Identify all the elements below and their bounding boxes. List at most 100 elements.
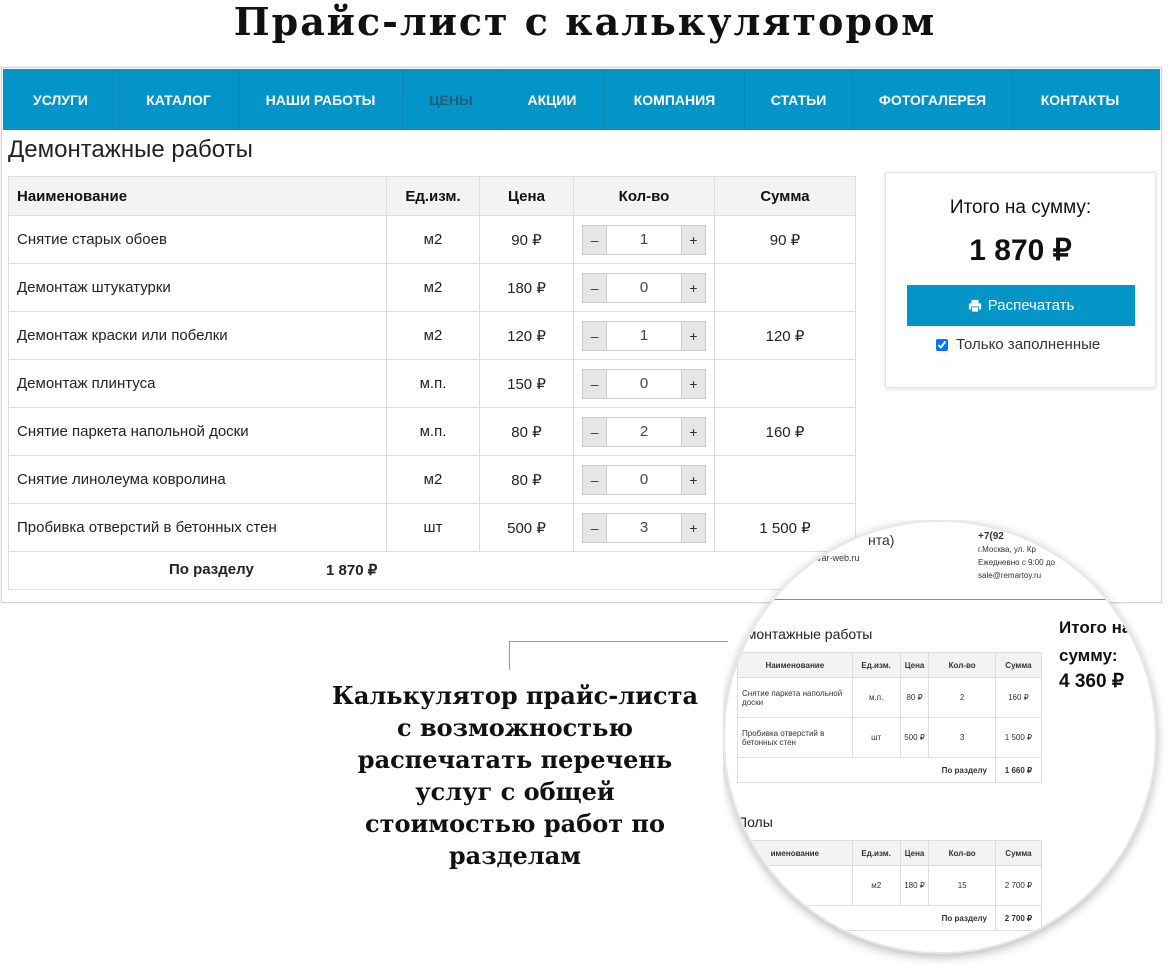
decrement-button[interactable]: –	[582, 512, 607, 543]
zoom-cell-price: 500 ₽	[899, 717, 930, 758]
quantity-stepper: –+	[582, 368, 706, 399]
table-header-row: Наименование Ед.изм. Цена Кол-во Сумма	[8, 176, 856, 216]
quantity-input[interactable]	[607, 272, 681, 303]
nav-item-works[interactable]: НАШИ РАБОТЫ	[239, 69, 403, 130]
nav-item-uslugi[interactable]: УСЛУГИ	[3, 69, 119, 130]
main-nav: УСЛУГИ КАТАЛОГ НАШИ РАБОТЫ ЦЕНЫ АКЦИИ КО…	[3, 69, 1160, 130]
increment-button[interactable]: +	[681, 368, 706, 399]
zoom-col-qty: Кол-во	[928, 840, 996, 866]
zoomed-print-preview: нта) var-web.ru +7(92 г.Москва, ул. Кр Е…	[725, 522, 1155, 952]
service-price: 90 ₽	[479, 215, 574, 264]
quantity-stepper: –+	[582, 272, 706, 303]
quantity-input[interactable]	[607, 464, 681, 495]
callout-leader-line	[509, 641, 728, 670]
increment-button[interactable]: +	[681, 512, 706, 543]
zoom-section2-title: Полы	[737, 814, 773, 830]
service-name: Снятие старых обоев	[8, 215, 387, 264]
quantity-cell: –+	[573, 455, 715, 504]
decrement-button[interactable]: –	[582, 368, 607, 399]
filled-only-checkbox[interactable]	[936, 338, 948, 351]
nav-item-articles[interactable]: СТАТЬИ	[745, 69, 853, 130]
quantity-stepper: –+	[582, 464, 706, 495]
quantity-cell: –+	[573, 503, 715, 552]
quantity-input[interactable]	[607, 224, 681, 255]
quantity-input[interactable]	[607, 416, 681, 447]
increment-button[interactable]: +	[681, 416, 706, 447]
quantity-cell: –+	[573, 359, 715, 408]
table-row: Демонтаж плинтусам.п.150 ₽–+	[8, 359, 856, 408]
zoom-col-qty: Кол-во	[928, 652, 996, 678]
section-footer-label: По разделу	[169, 561, 254, 578]
zoom-divider	[725, 599, 1155, 600]
column-header-price: Цена	[479, 176, 574, 216]
increment-button[interactable]: +	[681, 320, 706, 351]
service-sum: 120 ₽	[714, 311, 856, 360]
zoom-col-unit: Ед.изм.	[851, 652, 901, 678]
print-button[interactable]: Распечатать	[907, 285, 1135, 326]
service-unit: м2	[386, 263, 480, 312]
service-price: 180 ₽	[479, 263, 574, 312]
zoom-footer-row: По разделу 1 660 ₽	[737, 757, 1043, 783]
page-headline: Прайс-лист с калькулятором	[233, 0, 937, 44]
nav-item-promo[interactable]: АКЦИИ	[500, 69, 605, 130]
zoom-cell-sum: 1 500 ₽	[994, 717, 1043, 758]
printer-icon	[968, 299, 981, 313]
table-row: Демонтаж краски или побелким2120 ₽–+120 …	[8, 311, 856, 360]
service-unit: м.п.	[386, 359, 480, 408]
zoom-circle: нта) var-web.ru +7(92 г.Москва, ул. Кр Е…	[723, 520, 1157, 954]
service-unit: шт	[386, 503, 480, 552]
increment-button[interactable]: +	[681, 464, 706, 495]
nav-filler	[1148, 69, 1160, 130]
zoom-cell-name: Снятие паркета напольной доски	[737, 677, 853, 718]
zoom-cell-price: 80 ₽	[899, 677, 930, 718]
quantity-cell: –+	[573, 215, 715, 264]
decrement-button[interactable]: –	[582, 272, 607, 303]
zoom-col-unit: Ед.изм.	[851, 840, 901, 866]
service-unit: м2	[386, 455, 480, 504]
quantity-stepper: –+	[582, 512, 706, 543]
decrement-button[interactable]: –	[582, 320, 607, 351]
increment-button[interactable]: +	[681, 272, 706, 303]
zoom-header-row: именование Ед.изм. Цена Кол-во Сумма	[737, 840, 1043, 866]
nav-item-prices[interactable]: ЦЕНЫ	[403, 69, 500, 130]
nav-item-gallery[interactable]: ФОТОГАЛЕРЕЯ	[853, 69, 1013, 130]
service-sum	[714, 263, 856, 312]
zoom-col-name: именование	[737, 840, 853, 866]
nav-item-catalog[interactable]: КАТАЛОГ	[119, 69, 239, 130]
print-button-label: Распечатать	[987, 297, 1075, 314]
zoom-footer-label: По разделу	[737, 757, 996, 783]
service-name: Демонтаж краски или побелки	[8, 311, 387, 360]
decrement-button[interactable]: –	[582, 224, 607, 255]
filled-only-filter[interactable]: Только заполненные	[936, 336, 1100, 353]
nav-item-contacts[interactable]: КОНТАКТЫ	[1013, 69, 1148, 130]
column-header-sum: Сумма	[714, 176, 856, 216]
zoom-section2-table: именование Ед.изм. Цена Кол-во Сумма лин…	[737, 840, 1043, 931]
zoom-email: sale@remartoy.ru	[978, 571, 1042, 580]
quantity-input[interactable]	[607, 368, 681, 399]
quantity-input[interactable]	[607, 320, 681, 351]
zoom-address: г.Москва, ул. Кр	[978, 545, 1036, 554]
service-name: Снятие линолеума ковролина	[8, 455, 387, 504]
nav-item-company[interactable]: КОМПАНИЯ	[605, 69, 745, 130]
zoom-company-fragment: нта)	[868, 532, 895, 548]
summary-total: 1 870 ₽	[969, 234, 1072, 267]
filled-only-label: Только заполненные	[956, 336, 1101, 353]
table-row: Пробивка отверстий в бетонных стен шт 50…	[737, 717, 1043, 758]
increment-button[interactable]: +	[681, 224, 706, 255]
zoom-footer-row: По разделу 2 700 ₽	[737, 905, 1043, 931]
service-sum	[714, 455, 856, 504]
zoom-cell-sum: 160 ₽	[994, 677, 1043, 718]
quantity-input[interactable]	[607, 512, 681, 543]
decrement-button[interactable]: –	[582, 416, 607, 447]
decrement-button[interactable]: –	[582, 464, 607, 495]
service-unit: м2	[386, 311, 480, 360]
zoom-col-price: Цена	[899, 840, 930, 866]
table-row: Демонтаж штукатурким2180 ₽–+	[8, 263, 856, 312]
table-row: Снятие паркета напольной доским.п.80 ₽–+…	[8, 407, 856, 456]
column-header-qty: Кол-во	[573, 176, 715, 216]
zoom-cell-name: линолеума	[737, 865, 853, 906]
summary-label: Итого на сумму:	[949, 197, 1092, 218]
service-name: Снятие паркета напольной доски	[8, 407, 387, 456]
zoom-footer-label: По разделу	[737, 905, 996, 931]
service-name: Демонтаж плинтуса	[8, 359, 387, 408]
